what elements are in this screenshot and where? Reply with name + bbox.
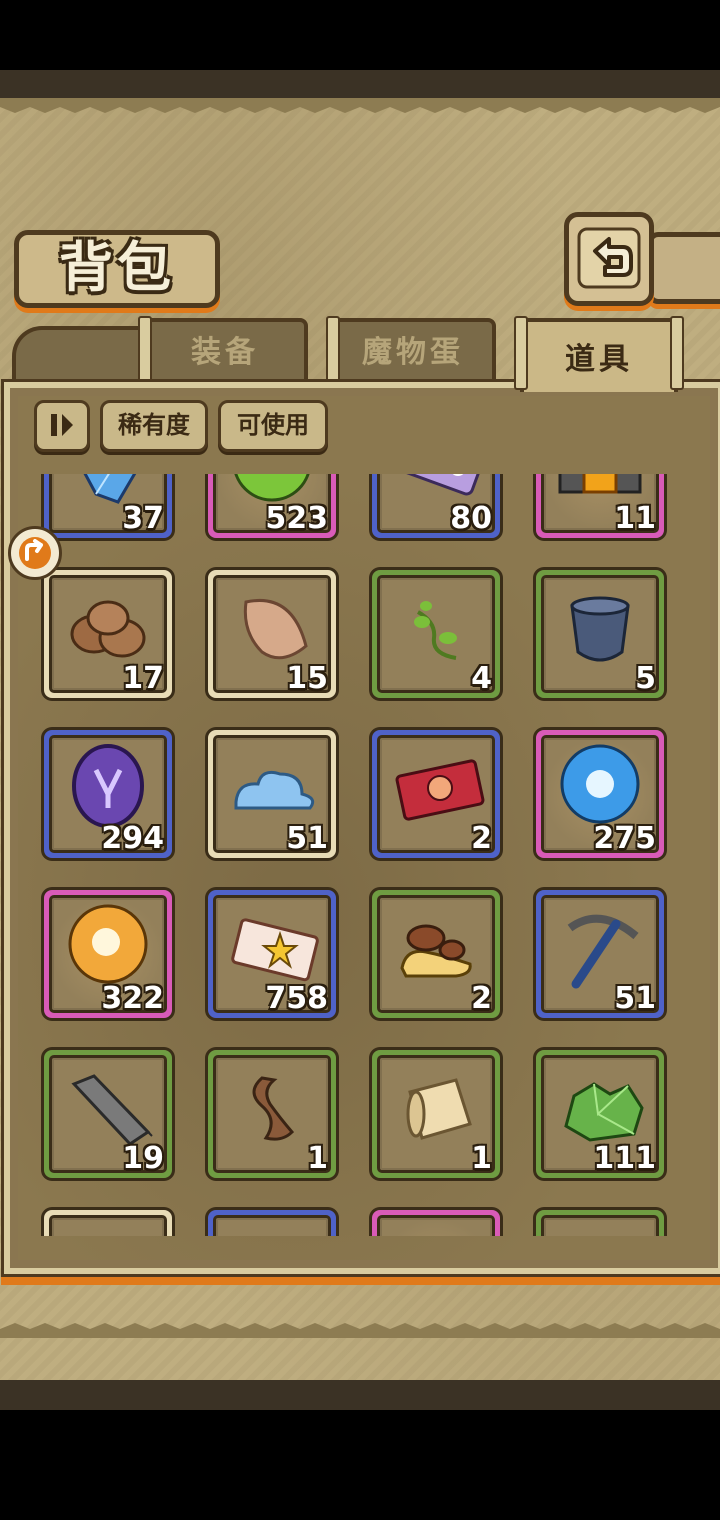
inventory-slot[interactable]: 11 <box>536 474 664 538</box>
inventory-slot[interactable]: 15 <box>208 570 336 698</box>
sort-toggle-button[interactable] <box>34 400 90 452</box>
inventory-slot[interactable]: 37 <box>44 474 172 538</box>
title-plate: 背包 <box>14 230 220 308</box>
item-count: 19 <box>122 1141 164 1176</box>
tab-equipment[interactable]: 装备 <box>138 316 308 390</box>
inventory-slot[interactable]: 51 <box>208 730 336 858</box>
tab-label: 魔物蛋 <box>362 335 464 370</box>
rarity-sort-button[interactable]: 稀有度 <box>100 400 208 452</box>
inventory-slot[interactable]: 2 <box>372 730 500 858</box>
item-count: 51 <box>286 821 328 856</box>
back-button[interactable] <box>564 212 654 306</box>
item-count: 294 <box>101 821 164 856</box>
item-count: 5 <box>635 661 656 696</box>
inventory-slot[interactable] <box>372 1210 500 1236</box>
item-count: 15 <box>286 661 328 696</box>
back-bar <box>648 232 720 304</box>
item-count: 11 <box>614 501 656 536</box>
arrow-up-right-icon <box>19 537 51 569</box>
item-count: 758 <box>265 981 328 1016</box>
inventory-screen: 背包 装备 魔物蛋 道具 稀有度 可使用 37 523 80 11 17 15 … <box>0 70 720 1410</box>
item-count: 51 <box>614 981 656 1016</box>
item-grid[interactable]: 37 523 80 11 17 15 4 5 294 51 2 275 322 758 2 51 19 1 1 111 <box>36 474 686 1236</box>
inventory-slot[interactable]: 523 <box>208 474 336 538</box>
item-count: 2 <box>471 981 492 1016</box>
partial-item-icon <box>550 1222 650 1236</box>
partial-item-icon <box>58 1222 158 1236</box>
rarity-sort-label: 稀有度 <box>118 411 190 439</box>
inventory-slot[interactable]: 322 <box>44 890 172 1018</box>
partial-item-icon <box>386 1222 486 1236</box>
inventory-slot[interactable]: 19 <box>44 1050 172 1178</box>
item-count: 80 <box>450 501 492 536</box>
partial-item-icon <box>222 1222 322 1236</box>
item-count: 523 <box>265 501 328 536</box>
inventory-slot[interactable] <box>44 1210 172 1236</box>
usable-filter-button[interactable]: 可使用 <box>218 400 328 452</box>
item-count: 37 <box>122 501 164 536</box>
inventory-slot[interactable]: 4 <box>372 570 500 698</box>
tab-monster-eggs[interactable]: 魔物蛋 <box>326 316 496 390</box>
inventory-slot[interactable]: 1 <box>208 1050 336 1178</box>
inventory-slot[interactable]: 758 <box>208 890 336 1018</box>
item-count: 322 <box>101 981 164 1016</box>
item-count: 2 <box>471 821 492 856</box>
sort-toggle-icon <box>51 414 73 436</box>
item-count: 17 <box>122 661 164 696</box>
inventory-slot[interactable]: 1 <box>372 1050 500 1178</box>
inventory-slot[interactable]: 2 <box>372 890 500 1018</box>
top-frame <box>0 70 720 98</box>
usable-filter-label: 可使用 <box>237 411 309 439</box>
item-count: 111 <box>593 1141 656 1176</box>
zigzag-top-edge <box>0 98 720 113</box>
item-count: 1 <box>471 1141 492 1176</box>
inventory-slot[interactable]: 80 <box>372 474 500 538</box>
inventory-slot[interactable] <box>536 1210 664 1236</box>
tab-items[interactable]: 道具 <box>514 316 684 392</box>
tab-spacer <box>12 326 150 384</box>
item-count: 4 <box>471 661 492 696</box>
inventory-slot[interactable]: 275 <box>536 730 664 858</box>
page-title: 背包 <box>59 236 175 299</box>
inventory-slot[interactable]: 294 <box>44 730 172 858</box>
inventory-slot[interactable]: 111 <box>536 1050 664 1178</box>
inventory-slot[interactable]: 17 <box>44 570 172 698</box>
inventory-slot[interactable]: 51 <box>536 890 664 1018</box>
side-menu-button[interactable] <box>8 526 62 580</box>
return-arrow-icon <box>577 227 641 289</box>
tab-label: 道具 <box>565 342 633 377</box>
item-count: 275 <box>593 821 656 856</box>
zigzag-bottom-edge <box>0 1323 720 1338</box>
inventory-slot[interactable]: 5 <box>536 570 664 698</box>
bottom-frame <box>0 1380 720 1410</box>
tab-label: 装备 <box>191 335 259 370</box>
inventory-slot[interactable] <box>208 1210 336 1236</box>
item-count: 1 <box>307 1141 328 1176</box>
